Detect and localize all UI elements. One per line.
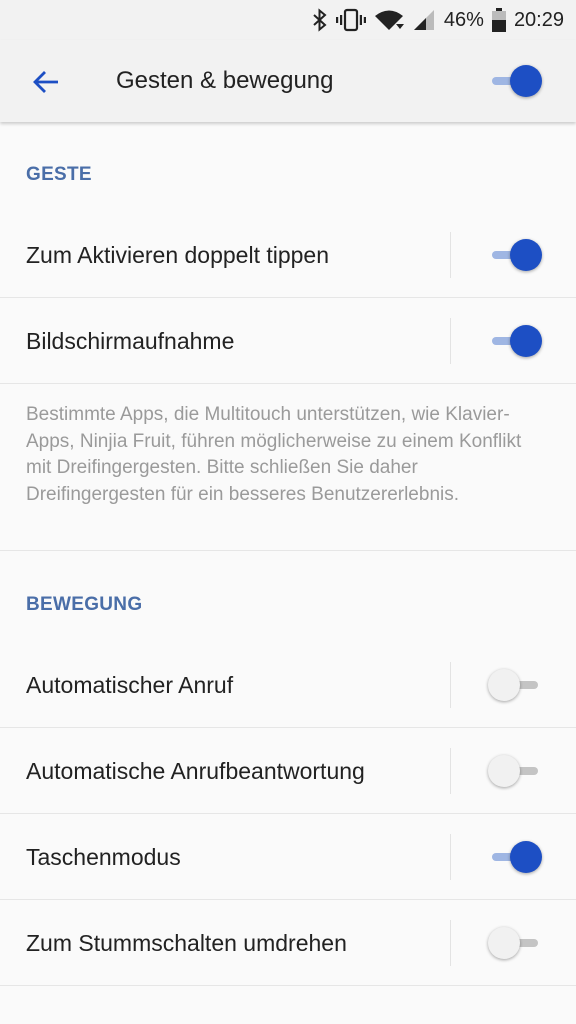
row-double-tap-wake[interactable]: Zum Aktivieren doppelt tippen <box>0 212 576 298</box>
row-divider <box>450 232 451 278</box>
screenshot-toggle[interactable] <box>488 323 544 359</box>
toggle-thumb <box>488 927 520 959</box>
auto-call-toggle[interactable] <box>488 667 544 703</box>
row-label: Zum Stummschalten umdrehen <box>26 930 347 956</box>
row-auto-answer[interactable]: Automatische Anrufbeantwortung <box>0 728 576 814</box>
row-label: Zum Aktivieren doppelt tippen <box>26 242 330 268</box>
master-toggle[interactable] <box>488 63 544 99</box>
row-divider <box>450 834 451 880</box>
settings-list: GESTE Zum Aktivieren doppelt tippen Bild… <box>0 122 576 1024</box>
section-divider <box>0 550 576 551</box>
double-tap-toggle[interactable] <box>488 237 544 273</box>
toggle-thumb <box>510 841 542 873</box>
row-label: Automatische Anrufbeantwortung <box>26 758 365 784</box>
app-bar: Gesten & bewegung <box>0 40 576 122</box>
flip-to-mute-toggle[interactable] <box>488 925 544 961</box>
clock: 20:29 <box>513 8 564 31</box>
pocket-mode-toggle[interactable] <box>488 839 544 875</box>
page-title: Gesten & bewegung <box>116 67 334 94</box>
row-label: Bildschirmaufnahme <box>26 328 235 354</box>
signal-icon <box>413 10 434 30</box>
wifi-icon <box>374 10 404 30</box>
row-flip-to-mute[interactable]: Zum Stummschalten umdrehen <box>0 900 576 986</box>
row-screenshot[interactable]: Bildschirmaufnahme <box>0 298 576 384</box>
status-icons: 46% 20:29 <box>312 0 564 40</box>
vibrate-icon <box>335 8 366 32</box>
row-label: Taschenmodus <box>26 844 181 870</box>
arrow-left-icon <box>33 71 58 93</box>
section-header-bewegung: BEWEGUNG <box>26 594 143 615</box>
toggle-thumb <box>510 65 542 97</box>
toggle-thumb <box>510 239 542 271</box>
row-auto-call[interactable]: Automatischer Anruf <box>0 642 576 728</box>
row-pocket-mode[interactable]: Taschenmodus <box>0 814 576 900</box>
auto-answer-toggle[interactable] <box>488 753 544 789</box>
status-bar: 46% 20:29 <box>0 0 576 40</box>
row-label: Automatischer Anruf <box>26 672 234 698</box>
toggle-thumb <box>510 325 542 357</box>
back-button[interactable] <box>24 60 68 104</box>
toggle-thumb <box>488 755 520 787</box>
section-header-geste: GESTE <box>26 164 92 185</box>
row-divider <box>450 662 451 708</box>
row-divider <box>450 318 451 364</box>
battery-icon <box>491 8 506 32</box>
row-divider <box>450 920 451 966</box>
row-divider <box>450 748 451 794</box>
bluetooth-icon <box>313 8 327 32</box>
battery-percent: 46% <box>443 8 484 31</box>
toggle-thumb <box>488 669 520 701</box>
gesture-note: Bestimmte Apps, die Multitouch unterstüt… <box>26 404 522 505</box>
